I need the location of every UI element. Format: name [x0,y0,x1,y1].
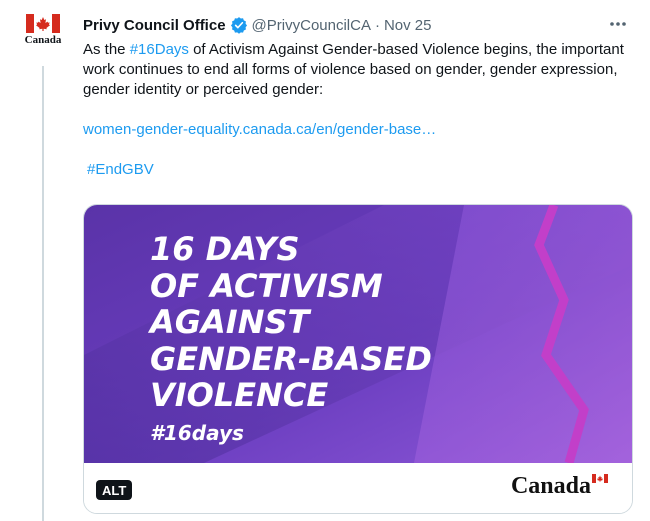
thread-line [42,66,44,521]
tweet-header: Privy Council Office @PrivyCouncilCA · N… [83,14,630,36]
avatar-wordmark: Canada [24,34,62,46]
separator-dot: · [374,16,380,34]
hashtag-line: #EndGBV [83,160,631,180]
campaign-hashtag: #16days [150,421,244,445]
headline-line: GENDER-BASED [150,339,432,378]
headline-line: 16 DAYS [150,230,300,268]
canada-flag-icon [26,14,60,33]
account-name[interactable]: Privy Council Office [83,17,226,34]
headline-line: VIOLENCE [150,376,329,414]
wordmark-text: Canada [510,473,591,499]
avatar[interactable]: Canada [20,14,66,60]
tweet-body: As the #16Days of Activism Against Gende… [83,40,631,100]
tweet-date[interactable]: Nov 25 [384,17,432,34]
tweet-media-card[interactable]: 16 DAYS OF ACTIVISM AGAINST GENDER-BASED… [83,204,633,514]
hashtag-link[interactable]: #EndGBV [87,161,154,178]
canada-wordmark: Canada [511,473,608,500]
account-handle[interactable]: @PrivyCouncilCA [252,17,371,34]
inline-hashtag-link[interactable]: #16Days [130,41,189,58]
more-horizontal-icon[interactable] [608,14,628,34]
wordmark-flag-icon [592,474,608,483]
headline-line: OF ACTIVISM [150,266,383,305]
tweet-text-start: As the [83,41,130,58]
tweet-url-link[interactable]: women-gender-equality.canada.ca/en/gende… [83,121,436,138]
tweet-text: As the #16Days of Activism Against Gende… [83,40,631,180]
alt-text-button[interactable]: ALT [96,480,133,500]
media-footer: ALT Canada [84,463,632,513]
url-line: women-gender-equality.canada.ca/en/gende… [83,120,631,140]
verified-badge-icon [230,16,248,34]
campaign-headline: 16 DAYS OF ACTIVISM AGAINST GENDER-BASED… [150,231,432,414]
headline-line: AGAINST [150,303,310,341]
